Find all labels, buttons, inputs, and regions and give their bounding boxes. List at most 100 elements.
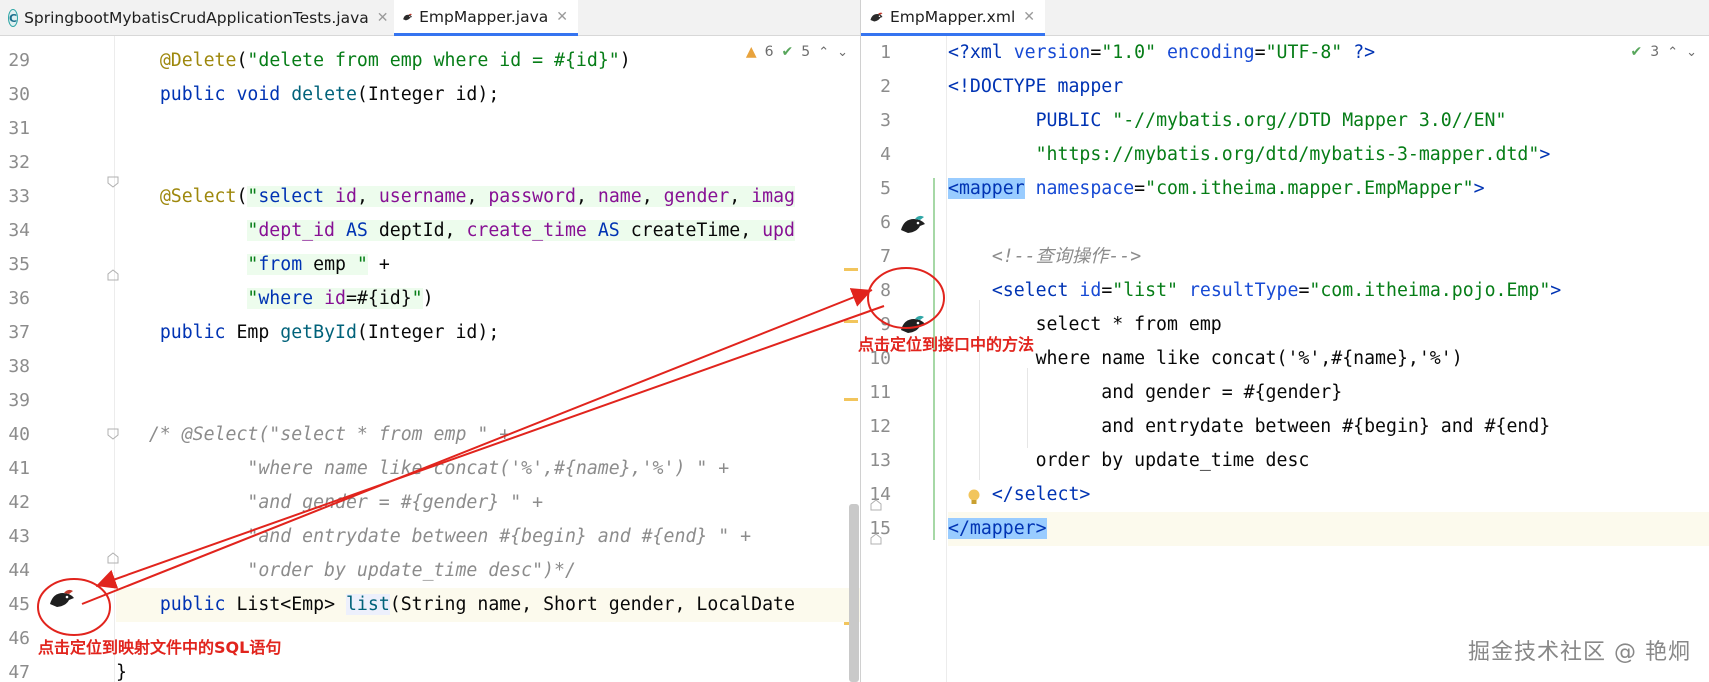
xml-line-10: where name like concat('%',#{name},'%')	[948, 348, 1463, 369]
vertical-scrollbar[interactable]	[849, 504, 859, 682]
line-number: 34	[8, 220, 30, 241]
line-number-gutter: 29 30 31 32 33 34 35 36 37 38 39 40 41 42 43 44 45 46 47	[0, 36, 119, 682]
chevron-up-icon[interactable]: ⌃	[818, 45, 829, 60]
code-line-41: "where name like concat('%',#{name},'%')…	[116, 458, 730, 479]
xml-line-15: </mapper>	[948, 512, 1709, 546]
xml-line-9: select * from emp	[948, 314, 1222, 335]
warning-count: 6	[764, 44, 774, 60]
xml-code-area[interactable]: <?xml version="1.0" encoding="UTF-8" ?> …	[948, 36, 1709, 682]
xml-line-7: <!--查询操作-->	[991, 246, 1142, 267]
mybatis-bird-icon	[870, 12, 883, 21]
line-number: 8	[880, 280, 891, 301]
line-number: 2	[880, 76, 891, 97]
check-icon: ✔	[1630, 44, 1643, 60]
xml-line-6	[948, 206, 1709, 240]
line-number: 11	[869, 382, 891, 403]
check-icon: ✔	[781, 44, 794, 60]
line-number: 30	[8, 84, 30, 105]
line-number: 44	[8, 560, 30, 581]
line-number: 7	[880, 246, 891, 267]
watermark: 掘金技术社区 @ 艳炯	[1468, 640, 1691, 665]
xml-line-11: and gender = #{gender}	[948, 382, 1343, 403]
code-line-47: }	[116, 662, 127, 682]
line-number: 40	[8, 424, 30, 445]
tab-label: EmpMapper.xml	[889, 7, 1016, 26]
code-line-42: "and gender = #{gender} " +	[116, 492, 544, 513]
xml-line-3: PUBLIC "-//mybatis.org//DTD Mapper 3.0//…	[1035, 110, 1507, 131]
xml-line-5: <mapper namespace="com.itheima.mapper.Em…	[948, 178, 1485, 199]
check-count: 3	[1650, 44, 1660, 60]
code-line-35: "from emp " +	[247, 254, 390, 275]
tab-label: EmpMapper.java	[419, 7, 549, 26]
mapper-bird-icon[interactable]	[899, 212, 927, 236]
chevron-up-icon[interactable]: ⌃	[1667, 45, 1678, 60]
check-count: 5	[801, 44, 811, 60]
line-number: 41	[8, 458, 30, 479]
line-number: 46	[8, 628, 30, 649]
xml-line-14: </select>	[991, 484, 1091, 505]
warning-icon: ▲	[745, 44, 757, 60]
left-callout-text: 点击定位到映射文件中的SQL语句	[38, 638, 282, 657]
line-number: 37	[8, 322, 30, 343]
java-code-area[interactable]: @Delete("delete from emp where id = #{id…	[116, 36, 860, 682]
line-number: 39	[8, 390, 30, 411]
mybatis-bird-icon	[403, 13, 412, 20]
line-number: 29	[8, 50, 30, 71]
code-line-44: "order by update_time desc")*/	[116, 560, 576, 581]
code-line-36: "where id=#{id}")	[247, 288, 434, 309]
code-line-45: public List<Emp> list(String name, Short…	[116, 588, 860, 622]
inspection-widget[interactable]: ✔ 3 ⌃ ⌄	[1631, 44, 1697, 60]
close-icon[interactable]: ✕	[377, 10, 389, 26]
fold-icon[interactable]	[869, 532, 883, 546]
line-number: 45	[8, 594, 30, 615]
java-editor-pane: C SpringbootMybatisCrudApplicationTests.…	[0, 0, 860, 682]
line-number: 12	[869, 416, 891, 437]
xml-line-1: <?xml version="1.0" encoding="UTF-8" ?>	[948, 42, 1376, 63]
line-number: 6	[880, 212, 891, 233]
line-number: 35	[8, 254, 30, 275]
code-line-37: public Emp getById(Integer id);	[159, 322, 500, 343]
close-icon[interactable]: ✕	[1023, 9, 1035, 25]
xml-line-8: <select id="list" resultType="com.itheim…	[991, 280, 1562, 301]
line-number: 5	[880, 178, 891, 199]
xml-line-4: "https://mybatis.org/dtd/mybatis-3-mappe…	[1035, 144, 1551, 165]
close-icon[interactable]: ✕	[556, 9, 568, 25]
line-number: 43	[8, 526, 30, 547]
code-line-43: "and entrydate between #{begin} and #{en…	[116, 526, 752, 547]
line-number: 3	[880, 110, 891, 131]
java-editor-tabbar: C SpringbootMybatisCrudApplicationTests.…	[0, 0, 860, 36]
code-line-33: @Select("select id, username, password, …	[159, 186, 796, 207]
navigate-to-xml-icon[interactable]	[48, 586, 76, 610]
code-line-30: public void delete(Integer id);	[159, 84, 500, 105]
line-number: 42	[8, 492, 30, 513]
chevron-down-icon[interactable]: ⌄	[1686, 45, 1697, 60]
xml-editor-tabbar: EmpMapper.xml ✕	[861, 0, 1709, 36]
line-number: 47	[8, 662, 30, 682]
line-number: 38	[8, 356, 30, 377]
right-callout-text: 点击定位到接口中的方法	[858, 335, 1035, 354]
line-number: 32	[8, 152, 30, 173]
code-line-34: "dept_id AS deptId, create_time AS creat…	[247, 220, 795, 241]
line-number: 4	[880, 144, 891, 165]
lightbulb-icon[interactable]	[967, 488, 981, 506]
tab-empmapper-xml[interactable]: EmpMapper.xml ✕	[861, 0, 1045, 36]
xml-line-2: <!DOCTYPE mapper	[948, 76, 1124, 97]
fold-icon[interactable]	[869, 498, 883, 512]
vcs-change-marker	[933, 178, 935, 540]
line-number: 33	[8, 186, 30, 207]
line-number: 1	[880, 42, 891, 63]
tab-empmapper-java[interactable]: EmpMapper.java ✕	[394, 0, 578, 36]
line-number: 13	[869, 450, 891, 471]
xml-line-12: and entrydate between #{begin} and #{end…	[948, 416, 1551, 437]
xml-line-13: order by update_time desc	[948, 450, 1310, 471]
inspection-widget[interactable]: ▲ 6 ✔ 5 ⌃ ⌄	[746, 44, 848, 60]
line-number: 31	[8, 118, 30, 139]
error-stripe[interactable]	[844, 36, 860, 682]
tab-springboot-tests[interactable]: C SpringbootMybatisCrudApplicationTests.…	[0, 0, 390, 36]
tab-label: SpringbootMybatisCrudApplicationTests.ja…	[24, 9, 369, 27]
line-number: 36	[8, 288, 30, 309]
